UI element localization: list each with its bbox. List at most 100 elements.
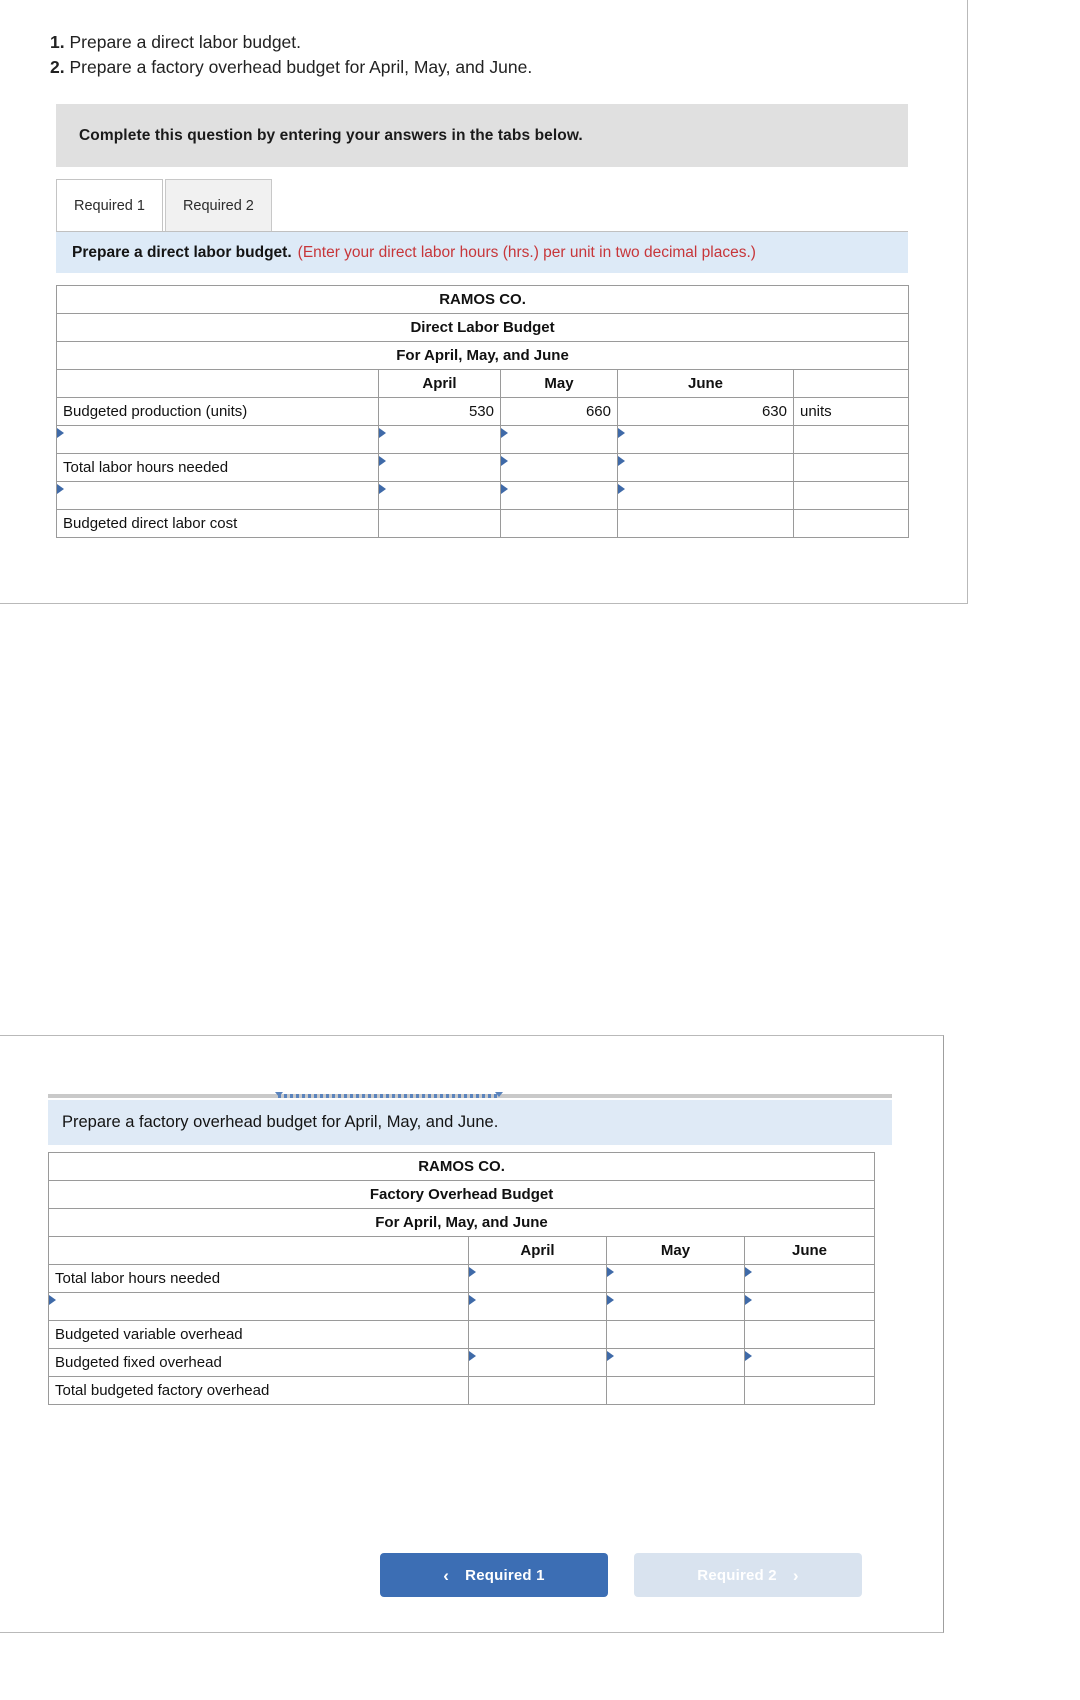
direct-labor-budget-table: RAMOS CO. Direct Labor Budget For April,… <box>55 285 910 538</box>
prev-required-1-button[interactable]: ‹ Required 1 <box>380 1553 608 1597</box>
oh-table-title-period: For April, May, and June <box>47 1208 876 1237</box>
oh-row-label-total-labor-hours: Total labor hours needed <box>48 1264 469 1293</box>
oh-input-variable-overhead-june[interactable] <box>743 1320 876 1349</box>
oh-input-total-labor-hours-may[interactable] <box>606 1264 745 1293</box>
table-row <box>56 481 910 510</box>
oh-input-total-labor-hours-june[interactable] <box>743 1264 876 1293</box>
table-title-row: For April, May, and June <box>55 341 910 370</box>
table-row: Total labor hours needed <box>56 453 910 482</box>
cell-budgeted-production-may: 660 <box>500 397 618 426</box>
table-row: Total budgeted factory overhead <box>48 1376 876 1405</box>
table-row <box>48 1292 876 1321</box>
table-column-header-row: April May June <box>48 1236 876 1265</box>
chevron-right-icon: › <box>792 1565 799 1585</box>
oh-input-variable-overhead-may[interactable] <box>606 1320 745 1349</box>
input-row4-label[interactable] <box>56 481 379 510</box>
cell-budgeted-production-april: 530 <box>378 397 501 426</box>
table-row: Budgeted direct labor cost <box>56 509 910 538</box>
row-label-budgeted-direct-labor-cost: Budgeted direct labor cost <box>56 509 379 538</box>
col-header-may: May <box>500 369 618 398</box>
required-1-instruction-bar: Prepare a direct labor budget. (Enter yo… <box>56 231 908 273</box>
table-title-row: RAMOS CO. <box>47 1152 876 1181</box>
required-1-instruction-note: (Enter your direct labor hours (hrs.) pe… <box>297 243 756 261</box>
table-title-row: Factory Overhead Budget <box>47 1180 876 1209</box>
tab-strip: Required 1 Required 2 <box>56 179 272 231</box>
table-title-row: For April, May, and June <box>47 1208 876 1237</box>
oh-total-factory-overhead-april <box>468 1376 607 1405</box>
oh-input-row2-label[interactable] <box>48 1292 469 1321</box>
question-number-2: 2. <box>50 57 65 77</box>
tab-required-1-label: Required 1 <box>74 197 145 214</box>
row-label-budgeted-production: Budgeted production (units) <box>56 397 379 426</box>
tab-required-1[interactable]: Required 1 <box>56 179 163 231</box>
cell-row4-unit <box>792 481 910 510</box>
col-header-blank <box>56 369 379 398</box>
oh-row-label-budgeted-variable-overhead: Budgeted variable overhead <box>48 1320 469 1349</box>
oh-input-row2-may[interactable] <box>606 1292 745 1321</box>
cell-row2-unit <box>792 425 910 454</box>
required-2-instruction-bar: Prepare a factory overhead budget for Ap… <box>48 1100 892 1145</box>
required-1-instruction-main: Prepare a direct labor budget. <box>72 243 292 261</box>
table-row: Budgeted fixed overhead <box>48 1348 876 1377</box>
next-required-2-button[interactable]: Required 2 › <box>634 1553 862 1597</box>
input-total-labor-hours-may[interactable] <box>500 453 618 482</box>
table-title-period: For April, May, and June <box>55 341 910 370</box>
col-header-june: June <box>617 369 794 398</box>
table-row: Budgeted variable overhead <box>48 1320 876 1349</box>
total-direct-labor-cost-june <box>617 509 794 538</box>
oh-row-label-budgeted-fixed-overhead: Budgeted fixed overhead <box>48 1348 469 1377</box>
oh-total-factory-overhead-may <box>606 1376 745 1405</box>
question-text-2: Prepare a factory overhead budget for Ap… <box>69 57 533 77</box>
question-list: 1. Prepare a direct labor budget. 2. Pre… <box>50 30 532 80</box>
screenshot-panel-top: 1. Prepare a direct labor budget. 2. Pre… <box>0 0 968 604</box>
table-column-header-row: April May June <box>56 369 910 398</box>
input-row2-may[interactable] <box>500 425 618 454</box>
input-row2-label[interactable] <box>56 425 379 454</box>
scrollbar-left-marker-icon <box>275 1092 283 1097</box>
horizontal-scrollbar[interactable] <box>48 1092 892 1098</box>
total-direct-labor-cost-may <box>500 509 618 538</box>
oh-input-row2-april[interactable] <box>468 1292 607 1321</box>
col-header-unit <box>792 369 910 398</box>
total-direct-labor-cost-april <box>378 509 501 538</box>
table-title-row: Direct Labor Budget <box>55 313 910 342</box>
oh-input-fixed-overhead-april[interactable] <box>468 1348 607 1377</box>
tab-required-2[interactable]: Required 2 <box>164 179 272 231</box>
oh-col-header-june: June <box>743 1236 876 1265</box>
oh-total-factory-overhead-june <box>743 1376 876 1405</box>
tab-required-2-label: Required 2 <box>182 197 254 214</box>
input-row4-june[interactable] <box>617 481 794 510</box>
input-row2-april[interactable] <box>378 425 501 454</box>
input-row4-april[interactable] <box>378 481 501 510</box>
question-item-1: 1. Prepare a direct labor budget. <box>50 30 532 55</box>
oh-input-variable-overhead-april[interactable] <box>468 1320 607 1349</box>
input-row4-may[interactable] <box>500 481 618 510</box>
table-title-company: RAMOS CO. <box>55 285 910 314</box>
table-row: Total labor hours needed <box>48 1264 876 1293</box>
question-number-1: 1. <box>50 32 65 52</box>
oh-input-total-labor-hours-april[interactable] <box>468 1264 607 1293</box>
table-title-budget: Direct Labor Budget <box>55 313 910 342</box>
question-text-1: Prepare a direct labor budget. <box>69 32 302 52</box>
table-title-row: RAMOS CO. <box>55 285 910 314</box>
scrollbar-thumb[interactable] <box>278 1094 498 1098</box>
table-row <box>56 425 910 454</box>
cell-budgeted-production-unit: units <box>792 397 910 426</box>
oh-input-fixed-overhead-june[interactable] <box>743 1348 876 1377</box>
input-total-labor-hours-june[interactable] <box>617 453 794 482</box>
oh-table-title-budget: Factory Overhead Budget <box>47 1180 876 1209</box>
oh-table-title-company: RAMOS CO. <box>47 1152 876 1181</box>
oh-input-row2-june[interactable] <box>743 1292 876 1321</box>
complete-question-banner: Complete this question by entering your … <box>56 104 908 167</box>
input-total-labor-hours-april[interactable] <box>378 453 501 482</box>
cell-direct-labor-cost-unit <box>792 509 910 538</box>
input-row2-june[interactable] <box>617 425 794 454</box>
oh-row-label-total-budgeted-factory-overhead: Total budgeted factory overhead <box>48 1376 469 1405</box>
prev-required-1-label: Required 1 <box>465 1566 545 1584</box>
oh-col-header-blank <box>48 1236 469 1265</box>
oh-input-fixed-overhead-may[interactable] <box>606 1348 745 1377</box>
required-2-instruction-main: Prepare a factory overhead budget for Ap… <box>62 1113 499 1131</box>
question-item-2: 2. Prepare a factory overhead budget for… <box>50 55 532 80</box>
navigation-buttons: ‹ Required 1 Required 2 › <box>380 1553 862 1597</box>
cell-total-labor-hours-unit <box>792 453 910 482</box>
